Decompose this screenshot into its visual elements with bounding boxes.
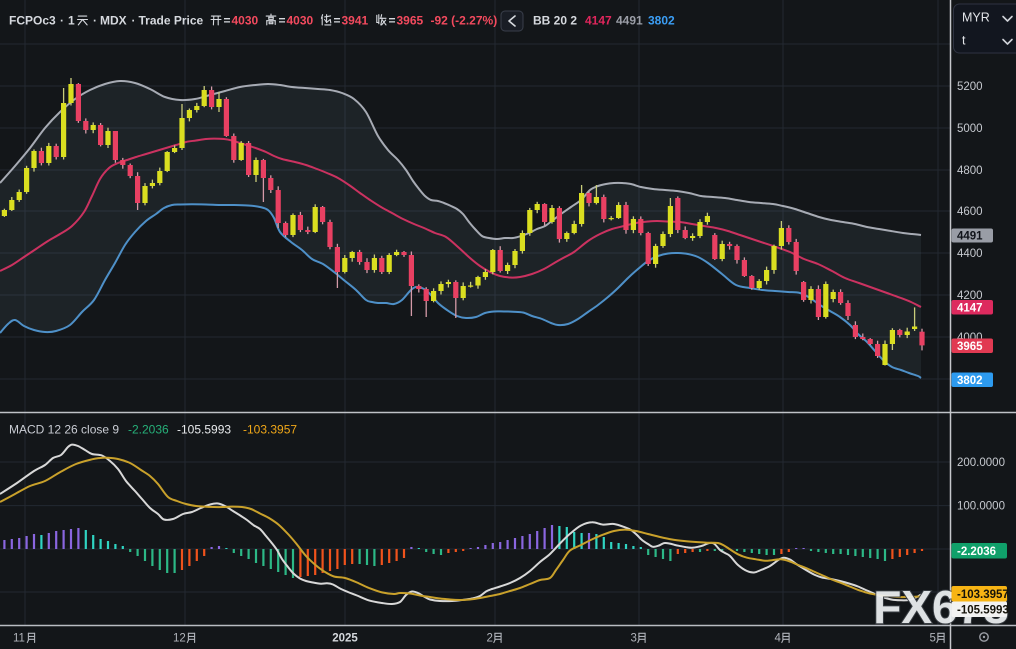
svg-text:100.0000: 100.0000 bbox=[957, 501, 1005, 513]
svg-text:4491: 4491 bbox=[957, 231, 983, 243]
svg-text:MDX: MDX bbox=[100, 14, 127, 28]
svg-text:3802: 3802 bbox=[648, 14, 675, 28]
svg-text:-103.3957: -103.3957 bbox=[243, 423, 297, 437]
svg-text:200.0000: 200.0000 bbox=[957, 457, 1005, 469]
svg-text:-105.5993: -105.5993 bbox=[177, 423, 231, 437]
svg-text:11: 11 bbox=[13, 633, 25, 645]
svg-text:4030: 4030 bbox=[232, 14, 259, 28]
svg-text:=: = bbox=[334, 14, 341, 28]
svg-text:-105.5993: -105.5993 bbox=[957, 604, 1009, 616]
svg-text:12: 12 bbox=[173, 633, 186, 645]
svg-text:·: · bbox=[132, 14, 136, 28]
svg-text:2: 2 bbox=[487, 633, 493, 645]
svg-text:5000: 5000 bbox=[957, 123, 983, 135]
svg-text:MYR: MYR bbox=[962, 11, 990, 25]
svg-text:4800: 4800 bbox=[957, 165, 983, 177]
svg-text:4030: 4030 bbox=[287, 14, 314, 28]
svg-text:-92 (-2.27%): -92 (-2.27%) bbox=[431, 14, 498, 28]
svg-text:5: 5 bbox=[930, 633, 936, 645]
svg-text:3802: 3802 bbox=[957, 375, 983, 387]
svg-text:4491: 4491 bbox=[616, 14, 643, 28]
svg-text:t: t bbox=[962, 34, 966, 48]
svg-text:Trade Price: Trade Price bbox=[139, 14, 204, 28]
svg-text:4147: 4147 bbox=[585, 14, 612, 28]
svg-text:3941: 3941 bbox=[342, 14, 369, 28]
svg-text:MACD 12 26 close 9: MACD 12 26 close 9 bbox=[9, 423, 119, 437]
svg-text:3965: 3965 bbox=[957, 341, 983, 353]
svg-text:=: = bbox=[279, 14, 286, 28]
svg-text:3: 3 bbox=[631, 633, 637, 645]
svg-text:BB 20 2: BB 20 2 bbox=[533, 14, 577, 28]
svg-text:4400: 4400 bbox=[957, 248, 983, 260]
svg-text:4147: 4147 bbox=[957, 302, 983, 314]
svg-text:3965: 3965 bbox=[397, 14, 424, 28]
svg-text:2025: 2025 bbox=[332, 633, 358, 645]
svg-text:-2.2036: -2.2036 bbox=[128, 423, 169, 437]
svg-text:1: 1 bbox=[68, 14, 75, 28]
svg-text:·: · bbox=[93, 14, 97, 28]
svg-text:5200: 5200 bbox=[957, 81, 983, 93]
svg-text:·: · bbox=[60, 14, 64, 28]
svg-text:4600: 4600 bbox=[957, 206, 983, 218]
svg-text:=: = bbox=[389, 14, 396, 28]
svg-text:=: = bbox=[224, 14, 231, 28]
svg-text:-2.2036: -2.2036 bbox=[957, 546, 996, 558]
svg-text:4: 4 bbox=[775, 633, 782, 645]
svg-text:FCPOc3: FCPOc3 bbox=[9, 14, 56, 28]
svg-text:-103.3957: -103.3957 bbox=[957, 589, 1009, 601]
